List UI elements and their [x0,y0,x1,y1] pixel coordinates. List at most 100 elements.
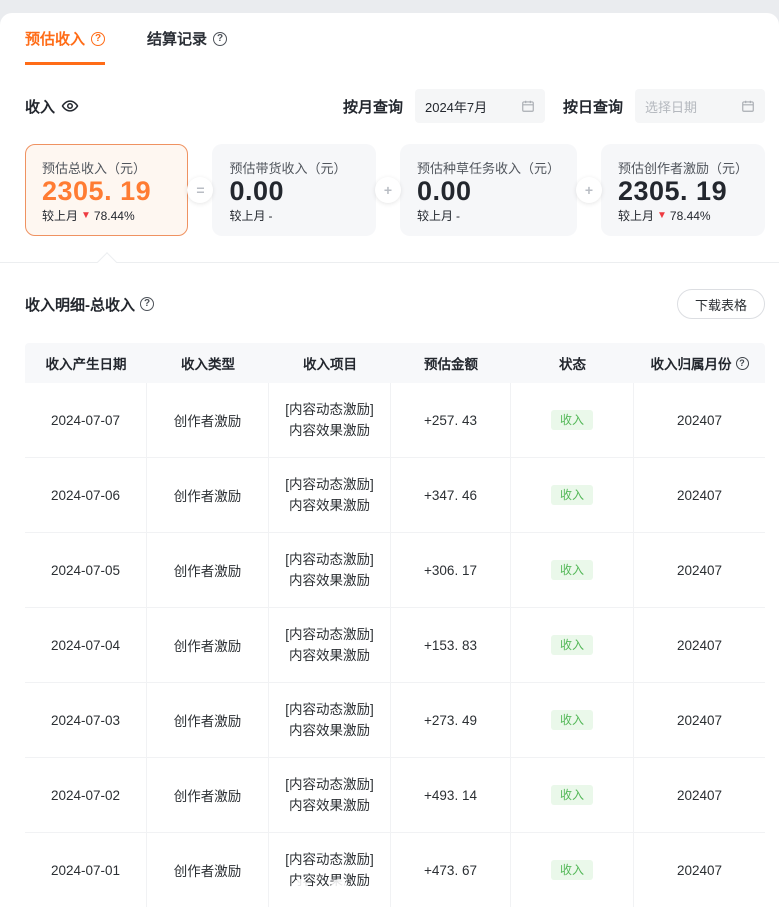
card-compare: 较上月 ▼ 78.44% [42,207,171,224]
loading-dots-overlay [292,879,464,895]
cell-type: 创作者激励 [147,383,269,457]
card-value: 2305. 19 [618,177,748,207]
trend-down-icon: ▼ [81,211,91,221]
cell-date: 2024-07-02 [25,758,147,832]
card-total-income[interactable]: 预估总收入（元） 2305. 19 较上月 ▼ 78.44% [25,144,188,236]
cell-status: 收入 [511,533,634,607]
card-compare: 较上月 ▼ 78.44% [618,207,748,224]
cell-amount: +473. 67 [391,833,511,907]
tab-label: 结算记录 [147,28,207,49]
project-line1: [内容动态激励] [285,474,374,495]
cell-amount: +493. 14 [391,758,511,832]
detail-title-label: 收入明细-总收入 [25,294,135,315]
cell-project: [内容动态激励] 内容效果激励 [269,758,391,832]
cell-month: 202407 [634,533,765,607]
cell-month: 202407 [634,458,765,532]
project-line1: [内容动态激励] [285,549,374,570]
project-line1: [内容动态激励] [285,774,374,795]
header-type: 收入类型 [147,343,269,383]
income-section-title: 收入 [25,96,79,117]
detail-title: 收入明细-总收入 ? [25,294,154,315]
help-icon[interactable]: ? [140,297,154,311]
cell-type: 创作者激励 [147,533,269,607]
table-row: 2024-07-06 创作者激励 [内容动态激励] 内容效果激励 +347. 4… [25,458,765,533]
status-badge: 收入 [551,635,593,655]
card-value: 0.00 [417,177,560,207]
tab-label: 预估收入 [25,28,85,49]
cell-status: 收入 [511,833,634,907]
project-line1: [内容动态激励] [285,399,374,420]
cell-status: 收入 [511,683,634,757]
tab-estimated-income[interactable]: 预估收入 ? [25,28,105,65]
table-row: 2024-07-07 创作者激励 [内容动态激励] 内容效果激励 +257. 4… [25,383,765,458]
table-row: 2024-07-03 创作者激励 [内容动态激励] 内容效果激励 +273. 4… [25,683,765,758]
cell-project: [内容动态激励] 内容效果激励 [269,608,391,682]
stat-cards-row: 预估总收入（元） 2305. 19 较上月 ▼ 78.44% = 预估带货收入（… [25,144,765,236]
card-seeding-task-income[interactable]: 预估种草任务收入（元） 0.00 较上月 - [400,144,577,236]
caret-up-icon [97,252,117,272]
cell-amount: +306. 17 [391,533,511,607]
day-picker-placeholder: 选择日期 [645,97,735,116]
day-picker[interactable]: 选择日期 [635,89,765,123]
cell-date: 2024-07-06 [25,458,147,532]
card-compare: 较上月 - [417,207,560,224]
calendar-icon [521,99,535,113]
project-line2: 内容效果激励 [289,570,370,591]
project-line2: 内容效果激励 [289,795,370,816]
header-date: 收入产生日期 [25,343,147,383]
cell-type: 创作者激励 [147,608,269,682]
income-table: 收入产生日期 收入类型 收入项目 预估金额 状态 收入归属月份 ? 2024-0… [25,343,765,907]
project-line1: [内容动态激励] [285,849,374,870]
header-month: 收入归属月份 ? [634,343,765,383]
cell-type: 创作者激励 [147,833,269,907]
header-project: 收入项目 [269,343,391,383]
help-icon[interactable]: ? [91,32,105,46]
month-picker-value: 2024年7月 [425,97,515,116]
card-label: 预估总收入（元） [42,158,171,177]
section-divider [0,262,779,263]
cell-type: 创作者激励 [147,458,269,532]
help-icon[interactable]: ? [213,32,227,46]
calendar-icon [741,99,755,113]
eye-icon[interactable] [61,97,79,115]
cell-date: 2024-07-05 [25,533,147,607]
query-by-month: 按月查询 2024年7月 [343,89,545,123]
month-query-label: 按月查询 [343,96,403,117]
operator-gap: + [376,144,400,236]
cell-month: 202407 [634,608,765,682]
header-amount: 预估金额 [391,343,511,383]
cell-status: 收入 [511,383,634,457]
cell-project: [内容动态激励] 内容效果激励 [269,383,391,457]
help-icon[interactable]: ? [736,357,749,370]
project-line1: [内容动态激励] [285,699,374,720]
project-line2: 内容效果激励 [289,645,370,666]
tab-settlement-records[interactable]: 结算记录 ? [147,28,227,65]
status-badge: 收入 [551,785,593,805]
status-badge: 收入 [551,410,593,430]
status-badge: 收入 [551,710,593,730]
month-picker[interactable]: 2024年7月 [415,89,545,123]
plus-icon: + [576,177,602,203]
cell-type: 创作者激励 [147,683,269,757]
card-label: 预估带货收入（元） [229,158,358,177]
trend-down-icon: ▼ [657,211,667,221]
card-goods-income[interactable]: 预估带货收入（元） 0.00 较上月 - [212,144,375,236]
day-query-label: 按日查询 [563,96,623,117]
cell-month: 202407 [634,683,765,757]
operator-gap: = [188,144,212,236]
project-line2: 内容效果激励 [289,495,370,516]
download-table-button[interactable]: 下载表格 [677,289,765,319]
plus-icon: + [375,177,401,203]
query-by-day: 按日查询 选择日期 [563,89,765,123]
detail-header: 收入明细-总收入 ? 下载表格 [25,289,765,319]
cell-project: [内容动态激励] 内容效果激励 [269,683,391,757]
cell-amount: +273. 49 [391,683,511,757]
card-creator-incentive[interactable]: 预估创作者激励（元） 2305. 19 较上月 ▼ 78.44% [601,144,765,236]
table-row: 2024-07-05 创作者激励 [内容动态激励] 内容效果激励 +306. 1… [25,533,765,608]
card-value: 2305. 19 [42,177,171,207]
cell-project: [内容动态激励] 内容效果激励 [269,533,391,607]
tab-bar: 预估收入 ? 结算记录 ? [0,13,779,65]
status-badge: 收入 [551,860,593,880]
table-header-row: 收入产生日期 收入类型 收入项目 预估金额 状态 收入归属月份 ? [25,343,765,383]
cell-amount: +153. 83 [391,608,511,682]
